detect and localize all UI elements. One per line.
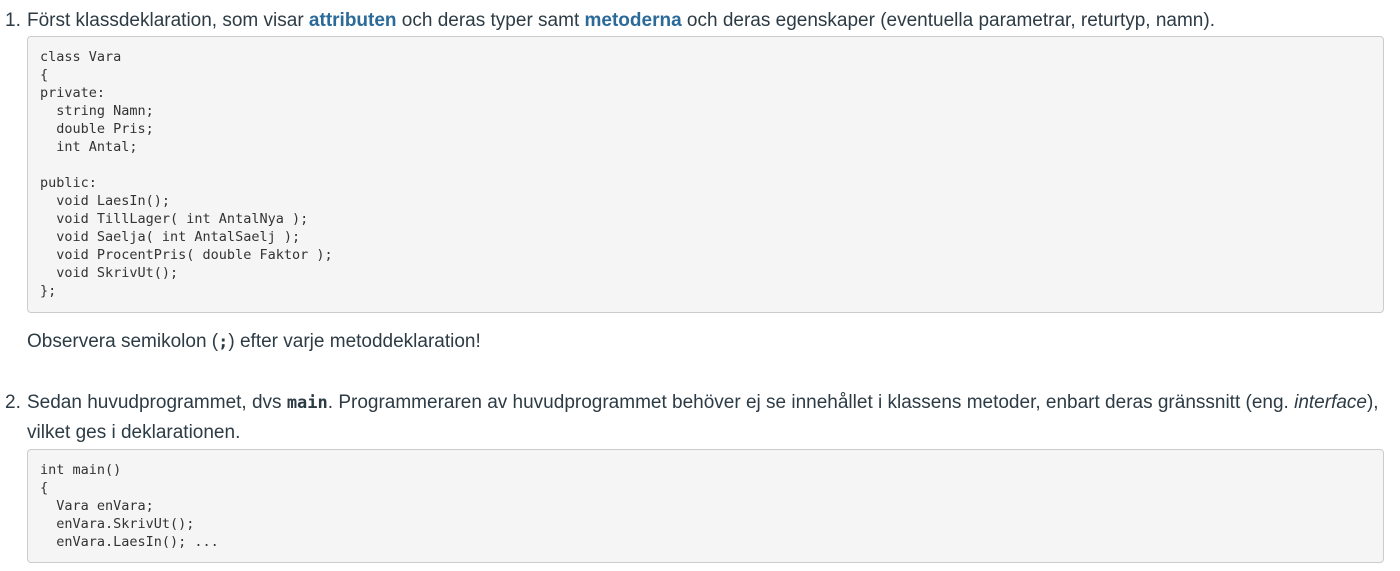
class-declaration-code: class Vara { private: string Namn; doubl… bbox=[27, 36, 1384, 313]
keyword-methods: metoderna bbox=[584, 10, 682, 31]
item-1-description: Först klassdeklaration, som visar attrib… bbox=[27, 6, 1387, 36]
item-1-text-after: och deras egenskaper (eventuella paramet… bbox=[681, 10, 1215, 31]
note-text-before: Observera semikolon ( bbox=[27, 331, 219, 352]
item-2-text-middle: . Programmeraren av huvudprogrammet behö… bbox=[327, 392, 1295, 413]
item-1-text-middle: och deras typer samt bbox=[396, 10, 585, 31]
main-code-inline: main bbox=[286, 393, 328, 413]
note-semicolon-code: ; bbox=[218, 332, 229, 352]
keyword-attributes: attributen bbox=[308, 10, 397, 31]
item-2-description: Sedan huvudprogrammet, dvs main. Program… bbox=[27, 388, 1387, 448]
main-function-code: int main() { Vara enVara; enVara.SkrivUt… bbox=[27, 449, 1384, 563]
item-2-text-before: Sedan huvudprogrammet, dvs bbox=[27, 392, 287, 413]
semicolon-note: Observera semikolon (;) efter varje meto… bbox=[27, 327, 1387, 357]
item-1-text-before: Först klassdeklaration, som visar bbox=[27, 10, 309, 31]
note-text-after: ) efter varje metoddeklaration! bbox=[228, 331, 481, 352]
interface-term: interface bbox=[1294, 392, 1367, 413]
list-number-2: 2. bbox=[5, 392, 21, 413]
list-number-1: 1. bbox=[5, 10, 21, 31]
